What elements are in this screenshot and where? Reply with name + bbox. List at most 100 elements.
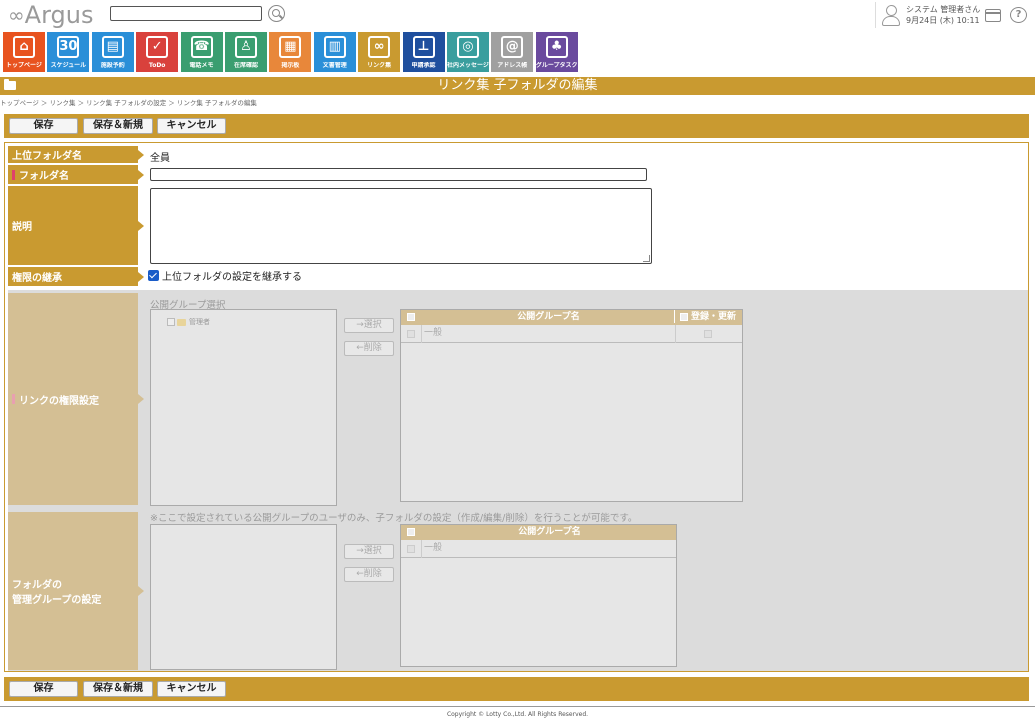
row-checkbox[interactable]: [407, 545, 415, 553]
table-header: 公開グループ名 登録・更新: [401, 310, 742, 325]
app-todo[interactable]: ✓ ToDo: [136, 32, 179, 72]
app-home[interactable]: ⌂ トップページ: [3, 32, 45, 72]
title-bar: リンク集 子フォルダの編集: [0, 77, 1035, 95]
app-label: ToDo: [148, 62, 166, 69]
save-new-button[interactable]: 保存＆新規: [83, 118, 153, 134]
app-facility[interactable]: ▤ 施設予約: [91, 32, 134, 72]
row-register-checkbox[interactable]: [704, 330, 712, 338]
page-root: ∞ Argus システム 管理者さん 9月24日 (木) 10:11 ? ⌂ トッ…: [0, 0, 1035, 722]
admin-group-box[interactable]: [150, 524, 337, 670]
parent-folder-value: 全員: [150, 153, 170, 164]
folder-name-input[interactable]: [150, 168, 647, 181]
app-label: 掲示板: [281, 62, 300, 69]
app-address-book[interactable]: @ アドレス帳: [491, 32, 534, 72]
app-label: 社内メッセージ: [446, 62, 489, 69]
calendar-icon: 30: [57, 36, 80, 58]
parent-folder-label: 上位フォルダ名: [8, 146, 144, 163]
app-approval[interactable]: ⊥ 申請承認: [402, 32, 445, 72]
tree-item[interactable]: 管理者: [167, 317, 210, 327]
facility-icon: ▤: [101, 36, 124, 58]
table-header: 公開グループ名: [401, 525, 676, 540]
admin-group-label: フォルダの 管理グループの設定: [8, 512, 144, 670]
inherit-checkbox-row[interactable]: 上位フォルダの設定を継承する: [148, 268, 302, 283]
admin-group-table: 公開グループ名 一般: [400, 524, 677, 667]
tree-checkbox[interactable]: [167, 318, 175, 326]
group-tree-box[interactable]: 管理者: [150, 309, 337, 506]
required-mark-icon: [12, 394, 15, 404]
bottom-toolbar: 保存 保存＆新規 キャンセル: [4, 677, 1029, 701]
board-icon: ▦: [279, 36, 302, 58]
message-icon: ◎: [456, 36, 479, 58]
app-phone[interactable]: ☎ 電話メモ: [180, 32, 223, 72]
user-name: システム 管理者さん: [906, 5, 981, 14]
resize-grip-icon[interactable]: [643, 255, 650, 262]
app-presence[interactable]: ♙ 在席確認: [224, 32, 267, 72]
app-label: 申請承認: [411, 62, 436, 69]
col-register: 登録・更新: [691, 312, 737, 322]
top-toolbar: 保存 保存＆新規 キャンセル: [4, 114, 1029, 138]
inherit-checkbox[interactable]: [148, 270, 159, 281]
save-new-button[interactable]: 保存＆新規: [83, 681, 153, 697]
window-icon[interactable]: [985, 9, 1001, 22]
argus-logo[interactable]: ∞ Argus: [8, 1, 94, 29]
app-label: スケジュール: [50, 62, 87, 69]
row-group-name: 一般: [421, 540, 442, 558]
save-button[interactable]: 保存: [9, 681, 78, 697]
app-label: トップページ: [6, 62, 42, 69]
select-button[interactable]: →選択: [344, 318, 394, 333]
description-textarea[interactable]: [150, 188, 652, 264]
row-group-name: 一般: [421, 325, 442, 343]
search-input[interactable]: [110, 6, 262, 21]
folder-edit-form: 上位フォルダ名 全員 フォルダ名 説明 権限の継承 上位フォルダの設定を継承する…: [4, 142, 1029, 672]
app-group-task[interactable]: ♣ グループタスク: [535, 32, 578, 72]
admin-remove-button[interactable]: ←削除: [344, 567, 394, 582]
app-label: グループタスク: [535, 62, 578, 69]
permission-area: リンクの権限設定 公開グループ選択 管理者 →選択 ←削除 公開グループ名 登録…: [8, 290, 1028, 671]
breadcrumb[interactable]: トップページ ＞ リンク集 ＞ リンク集 子フォルダの設定 ＞ リンク集 子フォ…: [0, 97, 257, 107]
remove-button[interactable]: ←削除: [344, 341, 394, 356]
approval-icon: ⊥: [412, 36, 435, 58]
logo-text: Argus: [24, 1, 94, 29]
row-checkbox[interactable]: [407, 330, 415, 338]
app-link[interactable]: ∞ リンク集: [358, 32, 401, 72]
app-message[interactable]: ◎ 社内メッセージ: [446, 32, 489, 72]
todo-icon: ✓: [146, 36, 169, 58]
document-icon: ▥: [323, 36, 346, 58]
col-group-name: 公開グループ名: [518, 527, 581, 537]
user-icon: [882, 5, 900, 26]
inherit-permission-label: 権限の継承: [8, 267, 144, 286]
app-document[interactable]: ▥ 文書管理: [313, 32, 356, 72]
app-label: 在席確認: [233, 62, 258, 69]
app-label: 施設予約: [100, 62, 125, 69]
cancel-button[interactable]: キャンセル: [157, 681, 226, 697]
app-calendar[interactable]: 30 スケジュール: [47, 32, 90, 72]
app-label: アドレス帳: [497, 62, 528, 69]
app-board[interactable]: ▦ 掲示板: [269, 32, 312, 72]
current-datetime: 9月24日 (木) 10:11: [906, 16, 980, 25]
user-info[interactable]: システム 管理者さん 9月24日 (木) 10:11: [875, 2, 980, 28]
select-all-checkbox[interactable]: [407, 528, 415, 536]
page-title: リンク集 子フォルダの編集: [437, 78, 598, 93]
search-icon[interactable]: [268, 5, 285, 22]
cancel-button[interactable]: キャンセル: [157, 118, 226, 134]
home-icon: ⌂: [13, 36, 35, 58]
select-all-checkbox[interactable]: [407, 313, 415, 321]
app-label: 電話メモ: [189, 62, 214, 69]
table-row[interactable]: 一般: [401, 540, 676, 558]
table-row[interactable]: 一般: [401, 325, 742, 343]
phone-icon: ☎: [190, 36, 213, 58]
group-table: 公開グループ名 登録・更新 一般: [400, 309, 743, 502]
description-label: 説明: [8, 186, 144, 265]
register-all-checkbox[interactable]: [680, 313, 688, 321]
col-group-name: 公開グループ名: [423, 310, 675, 323]
folder-name-label: フォルダ名: [8, 165, 144, 184]
save-button[interactable]: 保存: [9, 118, 78, 134]
address-book-icon: @: [501, 36, 524, 58]
app-icon-bar: ⌂ トップページ 30 スケジュール ▤ 施設予約 ✓ ToDo ☎ 電話メモ ♙ 在席確認 ▦ 掲示板 ▥…: [3, 32, 580, 72]
app-label: 文書管理: [322, 62, 347, 69]
link-permission-label: リンクの権限設定: [8, 293, 144, 505]
app-label: リンク集: [367, 62, 392, 69]
help-icon[interactable]: ?: [1010, 7, 1027, 23]
admin-select-button[interactable]: →選択: [344, 544, 394, 559]
presence-icon: ♙: [234, 36, 257, 58]
